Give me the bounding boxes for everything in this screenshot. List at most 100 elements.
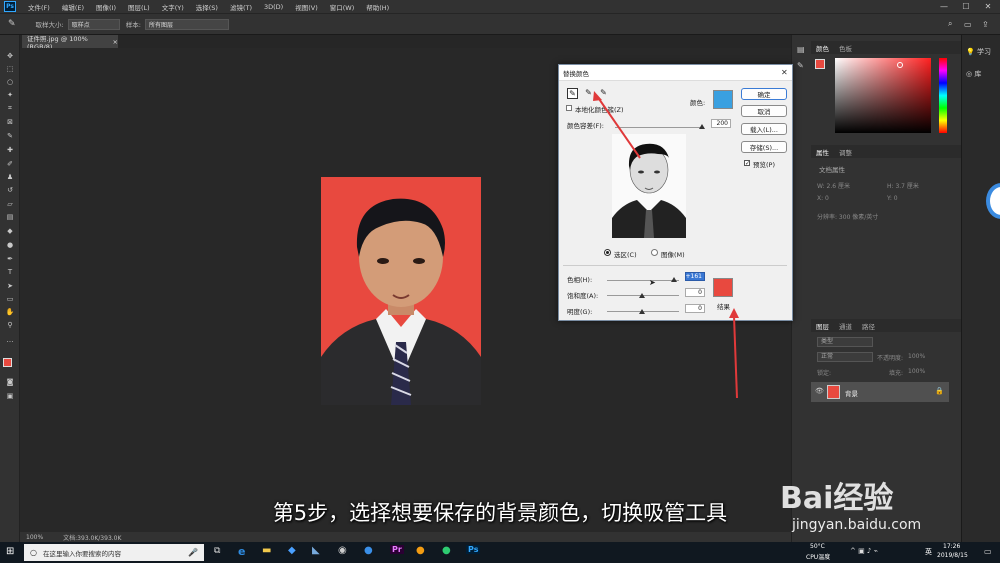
tab-channels[interactable]: 通道 [834, 321, 857, 331]
app-icon-5[interactable]: ● [416, 545, 425, 556]
menu-view[interactable]: 视图(V) [289, 2, 324, 12]
hue-slider[interactable] [939, 58, 947, 133]
maximize-button[interactable]: ☐ [955, 0, 977, 13]
menu-select[interactable]: 选择(S) [190, 2, 224, 12]
eyedropper-plus-icon[interactable]: ✎ [583, 88, 594, 99]
app-icon-3[interactable]: ◉ [338, 545, 347, 556]
cancel-button[interactable]: 取消 [741, 105, 787, 117]
layer-row[interactable]: 👁 背景 🔒 [811, 382, 949, 402]
menu-filter[interactable]: 滤镜(T) [224, 2, 258, 12]
color-picker-field[interactable] [835, 58, 931, 133]
workspace-icon[interactable]: ▭ [964, 20, 972, 29]
tab-paths[interactable]: 路径 [857, 321, 880, 331]
menu-type[interactable]: 文字(Y) [156, 2, 190, 12]
layer-filter-select[interactable]: 类型 [817, 337, 873, 347]
tray-icons[interactable]: ^ ▣ ♪ ⌁ [850, 547, 878, 555]
zoom-tool-icon[interactable]: ⚲ [4, 320, 16, 330]
menu-3d[interactable]: 3D(D) [258, 3, 289, 11]
clock-time[interactable]: 17:26 [943, 543, 960, 550]
healing-brush-icon[interactable]: ✚ [4, 145, 16, 155]
brush-tool-icon[interactable]: ✐ [4, 159, 16, 169]
saturation-slider-thumb[interactable] [639, 293, 645, 298]
stamp-tool-icon[interactable]: ♟ [4, 172, 16, 182]
quick-mask-icon[interactable]: ◙ [4, 377, 16, 387]
preview-checkbox[interactable]: ✓ [744, 160, 750, 167]
library-panel-button[interactable]: ◎ 库 [966, 69, 981, 79]
clock-date[interactable]: 2019/8/15 [937, 552, 968, 559]
rectangle-tool-icon[interactable]: ▭ [4, 294, 16, 304]
hue-slider[interactable] [607, 280, 679, 281]
load-button[interactable]: 载入(L)... [741, 123, 787, 135]
frame-tool-icon[interactable]: ⊠ [4, 117, 16, 127]
picked-color-swatch[interactable] [713, 90, 733, 109]
move-tool-icon[interactable]: ✥ [4, 51, 16, 61]
zoom-level[interactable]: 100% [26, 534, 43, 541]
screen-mode-icon[interactable]: ▣ [4, 391, 16, 401]
menu-help[interactable]: 帮助(H) [360, 2, 395, 12]
type-tool-icon[interactable]: T [4, 267, 16, 277]
eyedropper-icon[interactable]: ✎ [567, 88, 578, 99]
search-icon[interactable]: ⌕ [948, 19, 952, 29]
saturation-value[interactable]: 0 [685, 288, 705, 297]
eyedropper-tool-icon[interactable]: ✎ [8, 19, 16, 29]
close-window-button[interactable]: ✕ [977, 0, 999, 13]
lightness-value[interactable]: 0 [685, 304, 705, 313]
selection-radio[interactable] [604, 249, 611, 256]
menu-window[interactable]: 窗口(W) [324, 2, 361, 12]
file-explorer-icon[interactable]: ▬ [262, 545, 271, 556]
learn-panel-button[interactable]: 💡 学习 [966, 47, 991, 57]
tab-properties[interactable]: 属性 [811, 147, 834, 157]
save-button[interactable]: 存储(S)... [741, 141, 787, 153]
sample-select[interactable]: 所有图层 [144, 18, 229, 30]
windows-start-icon[interactable]: ⊞ [6, 546, 14, 557]
foreground-color-swatch[interactable] [3, 358, 12, 367]
result-color-swatch[interactable] [713, 278, 733, 297]
dodge-tool-icon[interactable]: ● [4, 240, 16, 250]
pen-tool-icon[interactable]: ✒ [4, 254, 16, 264]
lightness-slider-thumb[interactable] [639, 309, 645, 314]
magic-wand-tool-icon[interactable]: ✦ [4, 90, 16, 100]
app-icon-1[interactable]: ◆ [288, 545, 296, 556]
share-icon[interactable]: ⇪ [982, 20, 989, 29]
fuzziness-value[interactable]: 200 [711, 119, 731, 128]
hue-slider-thumb[interactable] [671, 277, 677, 282]
tab-adjustments[interactable]: 调整 [834, 147, 857, 157]
taskbar-search-box[interactable]: ○ 在这里输入你要搜索的内容 🎤 [24, 544, 204, 561]
ok-button[interactable]: 确定 [741, 88, 787, 100]
ime-indicator[interactable]: 英 [925, 547, 932, 557]
notification-icon[interactable]: ▭ [984, 547, 992, 556]
menu-file[interactable]: 文件(F) [22, 2, 56, 12]
fill-value[interactable]: 100% [908, 368, 925, 375]
image-radio[interactable] [651, 249, 658, 256]
marquee-tool-icon[interactable]: ⬚ [4, 64, 16, 74]
fuzziness-slider[interactable] [615, 127, 703, 128]
tab-color[interactable]: 颜色 [811, 43, 834, 53]
microphone-icon[interactable]: 🎤 [188, 548, 198, 557]
lasso-tool-icon[interactable]: ○ [4, 77, 16, 87]
history-panel-icon[interactable]: ▤ [797, 45, 805, 54]
eyedropper-minus-icon[interactable]: ✎ [598, 88, 609, 99]
color-picker-cursor[interactable] [897, 62, 903, 68]
more-tools-icon[interactable]: … [4, 335, 16, 345]
minimize-button[interactable]: — [933, 0, 955, 13]
menu-layer[interactable]: 图层(L) [122, 2, 156, 12]
path-selection-icon[interactable]: ➤ [4, 281, 16, 291]
menu-image[interactable]: 图像(I) [90, 2, 122, 12]
sample-size-select[interactable]: 取样点 [67, 18, 120, 30]
tab-swatches[interactable]: 色板 [834, 43, 857, 53]
crop-tool-icon[interactable]: ⌗ [4, 103, 16, 113]
brush-settings-icon[interactable]: ✎ [797, 61, 804, 70]
fuzziness-slider-thumb[interactable] [699, 124, 705, 129]
tab-layers[interactable]: 图层 [811, 321, 834, 331]
hand-tool-icon[interactable]: ✋ [4, 307, 16, 317]
blur-tool-icon[interactable]: ◆ [4, 226, 16, 236]
photoshop-taskbar-icon[interactable]: Ps [466, 545, 481, 554]
hue-value[interactable]: +161 [685, 272, 705, 281]
dialog-close-icon[interactable]: ✕ [781, 68, 788, 77]
task-view-icon[interactable]: ⧉ [214, 546, 220, 556]
app-icon-4[interactable]: ● [364, 545, 373, 556]
eye-icon[interactable]: 👁 [815, 387, 824, 395]
blend-mode-select[interactable]: 正常 [817, 352, 873, 362]
document-tab-close-icon[interactable]: × [113, 38, 118, 46]
gradient-tool-icon[interactable]: ▤ [4, 212, 16, 222]
